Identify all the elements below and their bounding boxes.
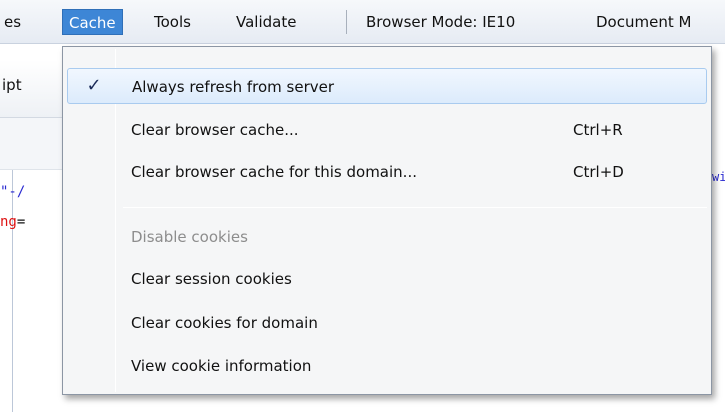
menu-item-label: View cookie information — [131, 357, 312, 375]
menu-item-view-cookie-info[interactable]: View cookie information — [67, 348, 707, 384]
menu-item-document-mode[interactable]: Document M — [590, 9, 697, 35]
tab-script-label: ipt — [2, 76, 22, 94]
tab-script[interactable]: ipt — [0, 60, 62, 118]
cache-dropdown-menu: ✓ Always refresh from server Clear brows… — [62, 46, 712, 395]
code-line-2: ng= — [0, 214, 26, 230]
menu-item-shortcut: Ctrl+D — [573, 163, 624, 181]
toolbar-strip — [0, 118, 62, 170]
code-fragment-right: wi — [712, 170, 725, 184]
menu-item-label: Always refresh from server — [132, 78, 335, 96]
menu-item-tools[interactable]: Tools — [148, 9, 197, 35]
menu-item-label: Clear browser cache... — [131, 121, 299, 139]
menu-item-label: Clear browser cache for this domain... — [131, 163, 417, 181]
menu-item-clear-session-cookies[interactable]: Clear session cookies — [67, 261, 707, 297]
menu-item-validate[interactable]: Validate — [230, 9, 302, 35]
menu-item-always-refresh[interactable]: ✓ Always refresh from server — [67, 68, 707, 104]
menu-item-styles[interactable]: es — [0, 9, 27, 35]
code-line-1: "-/ — [0, 184, 26, 200]
menu-item-label: Disable cookies — [131, 228, 248, 246]
menu-item-disable-cookies: Disable cookies — [67, 219, 707, 255]
checkmark-icon: ✓ — [86, 75, 102, 96]
menu-separator — [346, 10, 347, 34]
menu-item-clear-cache-domain[interactable]: Clear browser cache for this domain... C… — [67, 154, 707, 190]
menu-item-label: Clear cookies for domain — [131, 314, 318, 332]
menu-item-clear-browser-cache[interactable]: Clear browser cache... Ctrl+R — [67, 112, 707, 148]
menu-bar: es Cache Tools Validate Browser Mode: IE… — [0, 0, 725, 44]
menu-item-clear-cookies-domain[interactable]: Clear cookies for domain — [67, 305, 707, 341]
menu-separator — [123, 207, 707, 208]
menu-item-browser-mode[interactable]: Browser Mode: IE10 — [360, 9, 521, 35]
menu-item-label: Clear session cookies — [131, 270, 292, 288]
menu-item-shortcut: Ctrl+R — [573, 121, 623, 139]
menu-item-cache[interactable]: Cache — [62, 9, 123, 35]
code-gutter-line — [12, 170, 13, 412]
